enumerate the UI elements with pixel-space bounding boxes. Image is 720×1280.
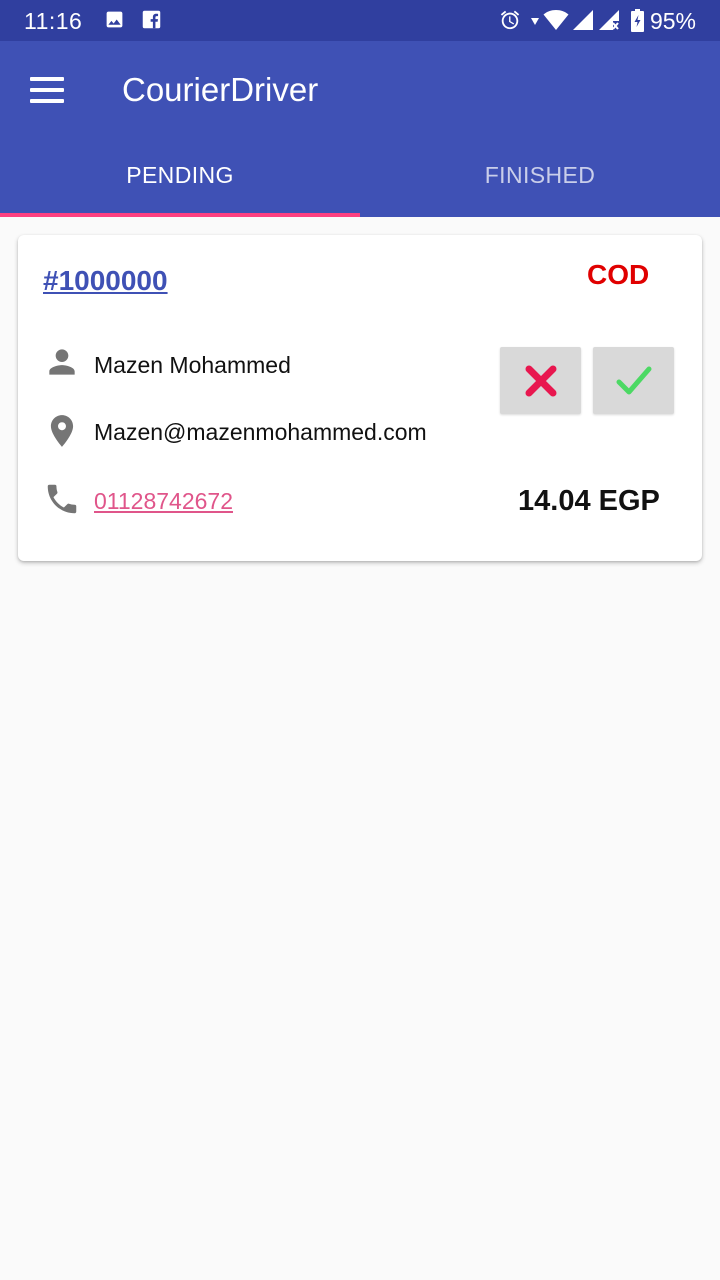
data-arrows-icon [531,18,539,25]
facebook-icon [142,10,161,29]
order-card[interactable]: #1000000 COD Mazen Mohammed Mazen@mazenm… [18,235,702,561]
signal-no-data-icon [599,10,619,30]
tab-pending[interactable]: PENDING [0,145,360,217]
customer-name: Mazen Mohammed [94,352,291,378]
app-bar: CourierDriver PENDING FINISHED [0,41,720,217]
signal-icon [573,10,593,30]
tab-finished[interactable]: FINISHED [360,145,720,217]
customer-address: Mazen@mazenmohammed.com [94,419,427,445]
close-icon [525,365,556,396]
order-amount: 14.04 EGP [518,485,660,517]
status-time: 11:16 [24,8,83,34]
customer-phone-link[interactable]: 01128742672 [94,488,233,515]
status-bar: 11:16 95% [0,0,720,41]
alarm-icon [500,10,520,30]
battery-percentage: 95% [649,8,696,34]
order-id-link[interactable]: #1000000 [43,265,168,297]
reject-order-button[interactable] [500,347,581,414]
phone-icon [47,484,77,514]
tab-pending-label: PENDING [126,162,234,188]
hamburger-menu-icon[interactable] [30,77,64,103]
location-pin-icon [50,415,74,447]
image-icon [106,11,123,28]
check-icon [616,366,651,394]
tab-finished-label: FINISHED [484,162,596,188]
app-title: CourierDriver [122,71,319,108]
person-icon [49,349,75,375]
battery-icon [631,9,644,32]
wifi-icon [543,10,569,30]
accept-order-button[interactable] [593,347,674,414]
tab-selected-indicator [0,213,360,217]
payment-type-badge: COD [587,259,650,290]
